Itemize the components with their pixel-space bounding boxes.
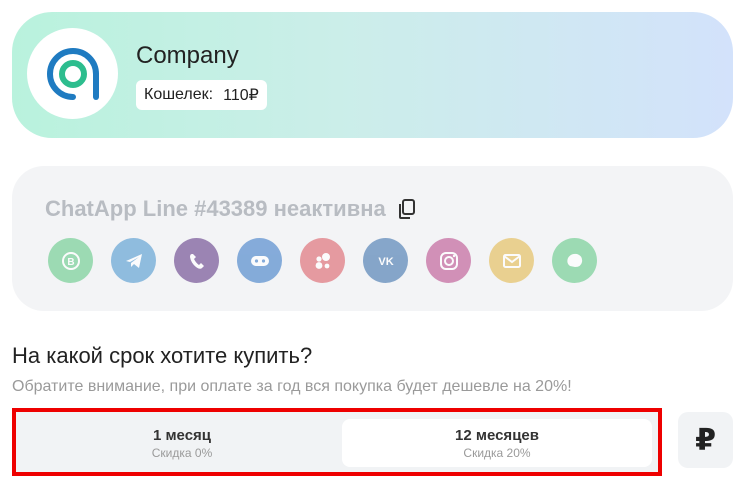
period-option-12-months[interactable]: 12 месяцев Скидка 20%	[342, 419, 652, 467]
app-logo-icon	[46, 47, 99, 100]
svg-text:VK: VK	[378, 256, 393, 268]
period-selector: 1 месяц Скидка 0% 12 месяцев Скидка 20%	[12, 408, 662, 476]
currency-button[interactable]: ₽	[678, 412, 733, 468]
period-option-discount: Скидка 0%	[151, 445, 213, 460]
wallet-badge[interactable]: Кошелек: 110₽	[136, 80, 267, 110]
discount-note: Обратите внимание, при оплате за год вся…	[12, 378, 572, 395]
company-card: Company Кошелек: 110₽	[12, 12, 733, 138]
copy-icon[interactable]	[396, 198, 418, 220]
whatsapp-business-icon[interactable]: B	[48, 238, 93, 283]
svg-text:B: B	[67, 257, 74, 268]
period-option-discount: Скидка 20%	[463, 445, 531, 460]
period-option-1-month[interactable]: 1 месяц Скидка 0%	[22, 419, 342, 467]
purchase-question: На какой срок хотите купить?	[12, 343, 313, 368]
email-icon[interactable]	[489, 238, 534, 283]
line-title: ChatApp Line #43389 неактивна	[45, 196, 386, 221]
company-name: Company	[136, 42, 239, 69]
line-title-row: ChatApp Line #43389 неактивна	[45, 196, 418, 222]
wallet-label: Кошелек:	[144, 86, 214, 103]
instagram-icon[interactable]	[426, 238, 471, 283]
avito-icon[interactable]	[300, 238, 345, 283]
channel-list: B VK	[48, 238, 597, 283]
vk-icon[interactable]: VK	[363, 238, 408, 283]
telegram-icon[interactable]	[111, 238, 156, 283]
line-card: ChatApp Line #43389 неактивна B VK	[12, 166, 733, 311]
company-logo	[27, 28, 118, 119]
whatsapp-icon[interactable]	[552, 238, 597, 283]
period-option-label: 1 месяц	[152, 426, 212, 444]
period-option-label: 12 месяцев	[455, 426, 539, 444]
bot-icon[interactable]	[237, 238, 282, 283]
wallet-balance: 110₽	[223, 87, 259, 104]
viber-icon[interactable]	[174, 238, 219, 283]
